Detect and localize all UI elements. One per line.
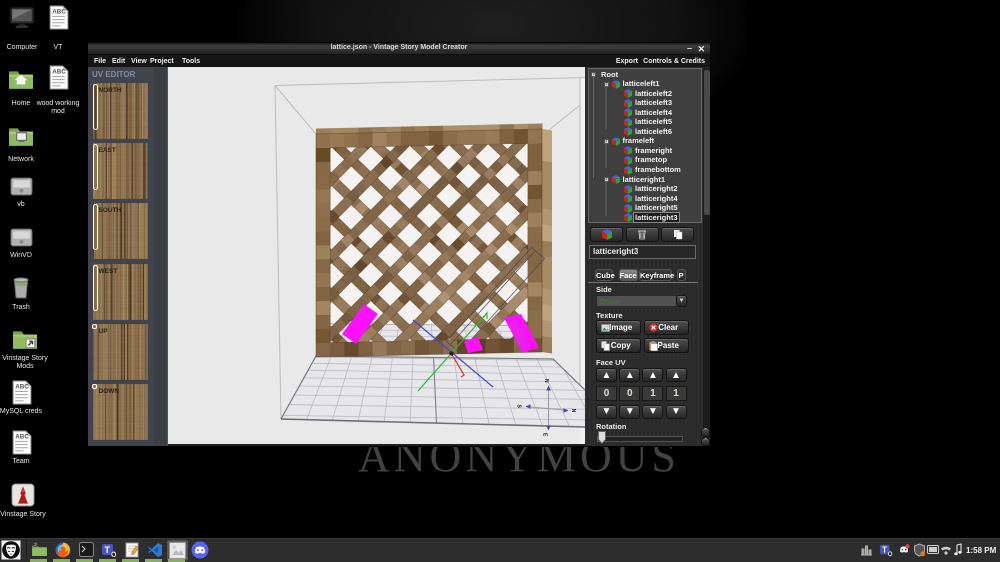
svg-text:2: 2	[34, 542, 37, 547]
svg-text:ABC: ABC	[52, 68, 66, 75]
svg-text:T: T	[882, 546, 887, 555]
svg-text:T: T	[105, 545, 111, 555]
svg-text:ABC: ABC	[15, 383, 29, 390]
svg-text:ABC: ABC	[15, 433, 29, 440]
svg-text:ABC: ABC	[52, 8, 66, 15]
svg-text:N: N	[543, 379, 549, 383]
svg-text:N: N	[570, 409, 576, 413]
